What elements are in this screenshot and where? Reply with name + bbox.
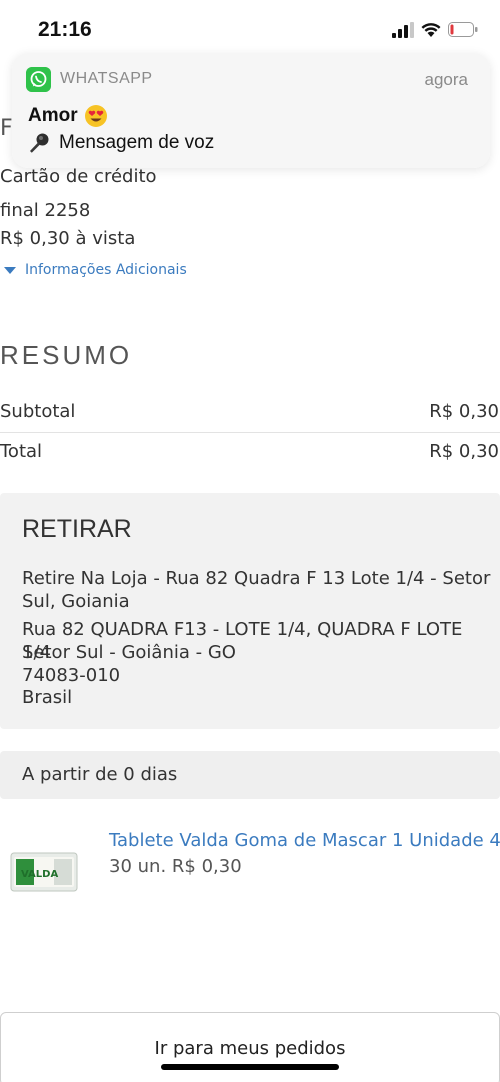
subtotal-value: R$ 0,30 [429,401,499,422]
total-label: Total [0,441,43,462]
payment-method: Cartão de crédito [0,166,157,187]
notification-message: Mensagem de voz [27,131,214,155]
heart-eyes-emoji-icon [84,105,107,127]
summary-title: RESUMO [0,340,133,370]
pickup-store-line-1: Retire Na Loja - Rua 82 Quadra F 13 Lote… [22,568,491,589]
pickup-store-line-2: Sul, Goiania [22,591,130,612]
cellular-signal-icon [392,22,414,38]
wifi-icon [421,23,441,37]
pickup-postal-code: 74083-010 [22,665,121,686]
home-indicator[interactable] [161,1064,339,1070]
additional-info-label: Informações Adicionais [25,262,187,278]
total-value: R$ 0,30 [429,441,499,462]
notification-message-text: Mensagem de voz [59,132,215,153]
summary-divider [0,432,500,433]
delivery-estimate-text: A partir de 0 dias [22,764,178,785]
notification-app-name: WHATSAPP [60,70,153,87]
pickup-address-line-2: Setor Sul - Goiânia - GO [22,642,236,663]
notification-sender: Amor [28,104,108,128]
whatsapp-icon [26,67,51,92]
status-time: 21:16 [38,18,92,41]
expand-triangle-icon [4,267,16,274]
my-orders-button-label[interactable]: Ir para meus pedidos [0,1038,500,1059]
battery-low-icon [448,22,478,37]
payment-section-title: F [0,116,13,141]
product-thumbnail[interactable]: VALDA [10,850,78,894]
pickup-title: RETIRAR [22,515,132,543]
notification-time: agora [424,70,468,89]
product-thumb-label: VALDA [21,869,58,880]
subtotal-label: Subtotal [0,401,76,422]
additional-info-link[interactable]: Informações Adicionais [4,262,187,278]
card-number: final 2258 [0,200,91,221]
product-quantity-price: 30 un. R$ 0,30 [109,856,242,877]
payment-amount: R$ 0,30 à vista [0,228,136,249]
pickup-country: Brasil [22,687,73,708]
notification-sender-name: Amor [28,105,78,126]
product-name-link[interactable]: Tablete Valda Goma de Mascar 1 Unidade 4… [109,830,500,851]
status-bar: 21:16 [0,0,500,60]
microphone-icon [30,133,49,153]
